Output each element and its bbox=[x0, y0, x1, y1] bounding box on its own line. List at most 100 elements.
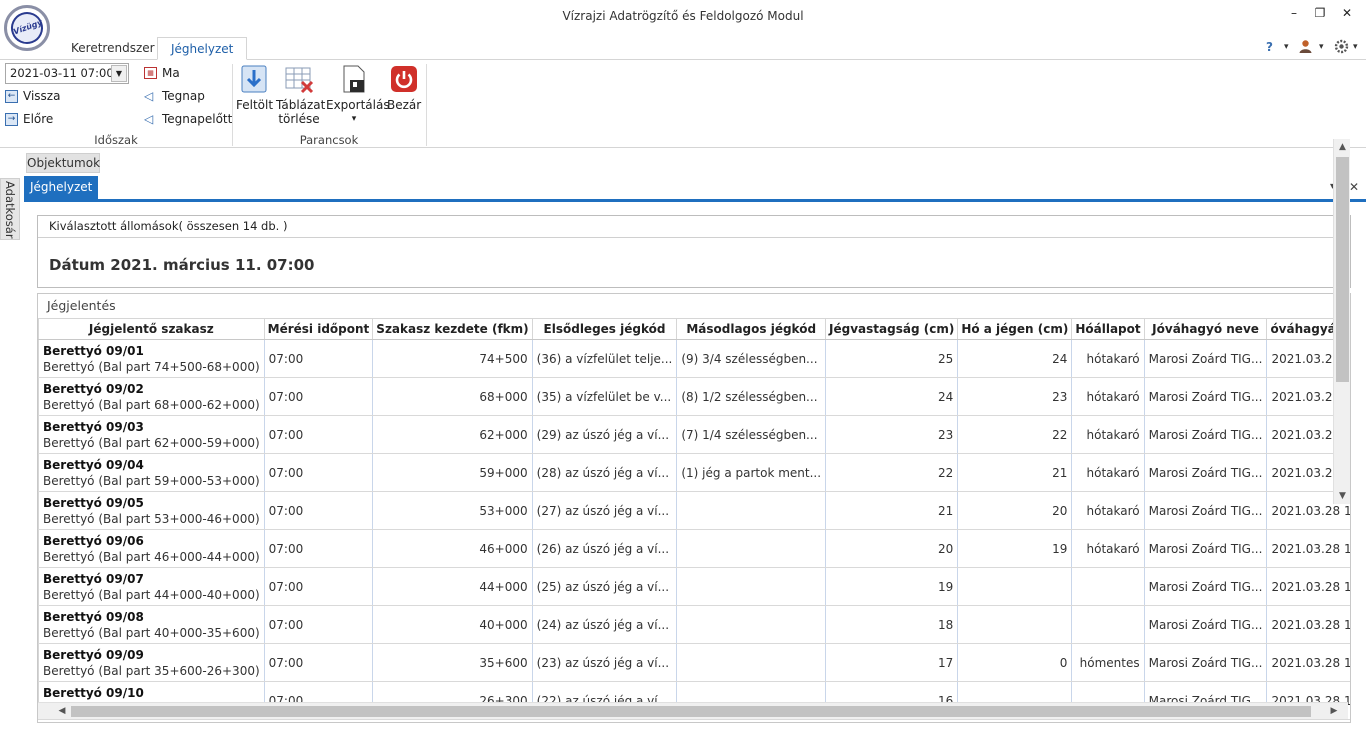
cell-approved-at[interactable]: 2021.03.28 12:37 bbox=[1266, 643, 1350, 682]
horizontal-scroll-thumb[interactable] bbox=[71, 706, 1311, 717]
cell-segment[interactable]: Berettyó 09/06 Berettyó (Bal part 46+000-… bbox=[38, 529, 265, 568]
cell-snow-state[interactable]: hótakaró bbox=[1071, 529, 1145, 568]
cell-thickness[interactable]: 18 bbox=[825, 605, 959, 644]
cell-approver[interactable]: Marosi Zoárd TIG... bbox=[1144, 529, 1268, 568]
cell-approved-at[interactable]: 2021.03.28 12:37 bbox=[1266, 567, 1350, 606]
cell-time[interactable]: 07:00 bbox=[264, 491, 374, 530]
cell-segment[interactable]: Berettyó 09/04 Berettyó (Bal part 59+000-… bbox=[38, 453, 265, 492]
settings-dropdown-icon[interactable]: ▾ bbox=[1353, 42, 1358, 52]
cell-start[interactable]: 40+000 bbox=[372, 605, 533, 644]
col-header-segment[interactable]: Jégjelentő szakasz bbox=[38, 318, 265, 340]
cell-start[interactable]: 68+000 bbox=[372, 377, 533, 416]
back-button[interactable]: ← Vissza bbox=[5, 87, 60, 105]
cell-snow[interactable] bbox=[957, 605, 1073, 644]
cell-secondary-code[interactable] bbox=[676, 643, 827, 682]
cell-time[interactable]: 07:00 bbox=[264, 605, 374, 644]
horizontal-scrollbar[interactable]: ◀ ▶ bbox=[38, 702, 1348, 719]
col-header-start[interactable]: Szakasz kezdete (fkm) bbox=[372, 318, 533, 340]
cell-snow[interactable]: 20 bbox=[957, 491, 1073, 530]
cell-time[interactable]: 07:00 bbox=[264, 415, 374, 454]
cell-approver[interactable]: Marosi Zoárd TIG... bbox=[1144, 415, 1268, 454]
chevron-down-icon[interactable]: ▼ bbox=[111, 65, 127, 82]
table-row[interactable]: Berettyó 09/03 Berettyó (Bal part 62+000-… bbox=[38, 415, 1350, 454]
date-select[interactable]: 2021-03-11 07:00 ▼ bbox=[5, 63, 129, 84]
cell-start[interactable]: 35+600 bbox=[372, 643, 533, 682]
help-dropdown-icon[interactable]: ▾ bbox=[1284, 42, 1289, 52]
cell-segment[interactable]: Berettyó 09/09 Berettyó (Bal part 35+600-… bbox=[38, 643, 265, 682]
cell-approver[interactable]: Marosi Zoárd TIG... bbox=[1144, 377, 1268, 416]
table-row[interactable]: Berettyó 09/06 Berettyó (Bal part 46+000-… bbox=[38, 529, 1350, 568]
cell-primary-code[interactable]: (26) az úszó jég a ví... bbox=[532, 529, 678, 568]
user-dropdown-icon[interactable]: ▾ bbox=[1319, 42, 1324, 52]
table-row[interactable]: Berettyó 09/05 Berettyó (Bal part 53+000-… bbox=[38, 491, 1350, 530]
cell-start[interactable]: 46+000 bbox=[372, 529, 533, 568]
day-before-button[interactable]: ◁ Tegnapelőtt bbox=[144, 110, 232, 128]
scroll-down-icon[interactable]: ▼ bbox=[1334, 488, 1351, 504]
cell-thickness[interactable]: 24 bbox=[825, 377, 959, 416]
cell-approver[interactable]: Marosi Zoárd TIG... bbox=[1144, 567, 1268, 606]
cell-approver[interactable]: Marosi Zoárd TIG... bbox=[1144, 339, 1268, 378]
cell-approved-at[interactable]: 2021.03.28 12:37 bbox=[1266, 529, 1350, 568]
cell-segment[interactable]: Berettyó 09/08 Berettyó (Bal part 40+000-… bbox=[38, 605, 265, 644]
cell-primary-code[interactable]: (28) az úszó jég a ví... bbox=[532, 453, 678, 492]
cell-thickness[interactable]: 22 bbox=[825, 453, 959, 492]
cell-time[interactable]: 07:00 bbox=[264, 567, 374, 606]
upload-button[interactable]: Feltölt bbox=[236, 64, 273, 112]
cell-secondary-code[interactable]: (1) jég a partok ment... bbox=[676, 453, 827, 492]
table-row[interactable]: Berettyó 09/07 Berettyó (Bal part 44+000-… bbox=[38, 567, 1350, 606]
tab-jeghelyzet[interactable]: Jéghelyzet bbox=[157, 37, 248, 60]
cell-time[interactable]: 07:00 bbox=[264, 377, 374, 416]
cell-thickness[interactable]: 25 bbox=[825, 339, 959, 378]
cell-snow-state[interactable]: hótakaró bbox=[1071, 415, 1145, 454]
cell-primary-code[interactable]: (29) az úszó jég a ví... bbox=[532, 415, 678, 454]
scroll-right-icon[interactable]: ▶ bbox=[1326, 703, 1342, 720]
cell-primary-code[interactable]: (23) az úszó jég a ví... bbox=[532, 643, 678, 682]
cell-approver[interactable]: Marosi Zoárd TIG... bbox=[1144, 491, 1268, 530]
cell-approver[interactable]: Marosi Zoárd TIG... bbox=[1144, 453, 1268, 492]
col-header-snow-state[interactable]: Hóállapot bbox=[1071, 318, 1145, 340]
cell-segment[interactable]: Berettyó 09/01 Berettyó (Bal part 74+500-… bbox=[38, 339, 265, 378]
cell-approver[interactable]: Marosi Zoárd TIG... bbox=[1144, 605, 1268, 644]
cell-start[interactable]: 59+000 bbox=[372, 453, 533, 492]
cell-snow-state[interactable]: hótakaró bbox=[1071, 491, 1145, 530]
doc-tab-jeghelyzet[interactable]: Jéghelyzet bbox=[24, 176, 98, 199]
cell-snow-state[interactable] bbox=[1071, 567, 1145, 606]
clear-table-button[interactable]: Táblázat törlése bbox=[276, 64, 325, 126]
table-row[interactable]: Berettyó 09/01 Berettyó (Bal part 74+500-… bbox=[38, 339, 1350, 378]
col-header-primary-code[interactable]: Elsődleges jégkód bbox=[532, 318, 678, 340]
yesterday-button[interactable]: ◁ Tegnap bbox=[144, 87, 205, 105]
vertical-scrollbar[interactable]: ▲ ▼ bbox=[1333, 139, 1350, 504]
cell-snow[interactable]: 23 bbox=[957, 377, 1073, 416]
cell-secondary-code[interactable] bbox=[676, 529, 827, 568]
cell-snow[interactable]: 24 bbox=[957, 339, 1073, 378]
col-header-thickness[interactable]: Jégvastagság (cm) bbox=[825, 318, 959, 340]
table-row[interactable]: Berettyó 09/08 Berettyó (Bal part 40+000-… bbox=[38, 605, 1350, 644]
cell-thickness[interactable]: 17 bbox=[825, 643, 959, 682]
cell-thickness[interactable]: 20 bbox=[825, 529, 959, 568]
cell-snow-state[interactable]: hótakaró bbox=[1071, 377, 1145, 416]
close-module-button[interactable]: Bezár bbox=[387, 64, 421, 112]
cell-start[interactable]: 53+000 bbox=[372, 491, 533, 530]
gear-icon[interactable] bbox=[1334, 39, 1349, 57]
cell-thickness[interactable]: 21 bbox=[825, 491, 959, 530]
cell-snow[interactable]: 19 bbox=[957, 529, 1073, 568]
restore-button[interactable]: ❐ bbox=[1309, 4, 1331, 22]
cell-time[interactable]: 07:00 bbox=[264, 453, 374, 492]
cell-segment[interactable]: Berettyó 09/07 Berettyó (Bal part 44+000-… bbox=[38, 567, 265, 606]
col-header-snow[interactable]: Hó a jégen (cm) bbox=[957, 318, 1073, 340]
cell-snow[interactable]: 21 bbox=[957, 453, 1073, 492]
col-header-secondary-code[interactable]: Másodlagos jégkód bbox=[676, 318, 827, 340]
cell-time[interactable]: 07:00 bbox=[264, 339, 374, 378]
cell-thickness[interactable]: 19 bbox=[825, 567, 959, 606]
close-window-button[interactable]: ✕ bbox=[1336, 4, 1358, 22]
table-row[interactable]: Berettyó 09/04 Berettyó (Bal part 59+000-… bbox=[38, 453, 1350, 492]
user-icon[interactable] bbox=[1298, 39, 1313, 57]
app-logo[interactable]: Vízügy bbox=[4, 5, 50, 51]
cell-thickness[interactable]: 23 bbox=[825, 415, 959, 454]
cell-approved-at[interactable]: 2021.03.28 12:37 bbox=[1266, 605, 1350, 644]
scroll-up-icon[interactable]: ▲ bbox=[1334, 139, 1351, 155]
cell-segment[interactable]: Berettyó 09/03 Berettyó (Bal part 62+000-… bbox=[38, 415, 265, 454]
side-tab-adatkosar[interactable]: Adatkosár bbox=[0, 178, 20, 240]
forward-button[interactable]: → Előre bbox=[5, 110, 53, 128]
cell-snow[interactable]: 22 bbox=[957, 415, 1073, 454]
